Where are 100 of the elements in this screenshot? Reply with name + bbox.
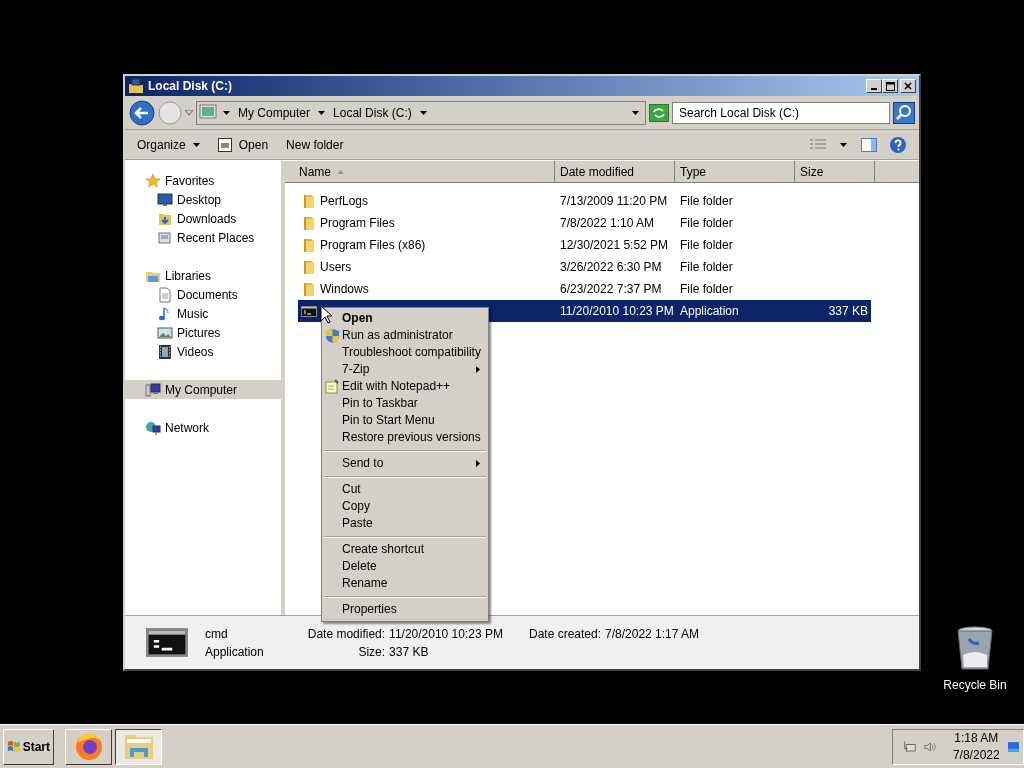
notepad-icon — [325, 379, 340, 394]
menu-item[interactable]: Troubleshoot compatibility — [322, 344, 488, 361]
detail-label: Date created: — [528, 626, 601, 641]
menu-item[interactable]: Create shortcut — [322, 541, 488, 558]
menu-item[interactable]: Run as administrator — [322, 327, 488, 344]
address-field[interactable]: My Computer Local Disk (C:) — [196, 100, 646, 125]
menu-item[interactable]: 7-Zip — [322, 361, 488, 378]
nav-item[interactable]: Music — [125, 304, 281, 323]
windows-logo-icon — [7, 739, 21, 755]
menu-item[interactable]: Edit with Notepad++ — [322, 378, 488, 395]
search-field[interactable]: Search Local Disk (C:) — [672, 101, 890, 124]
column-header[interactable]: Size — [795, 161, 875, 183]
file-row[interactable]: Program Files 7/8/2022 1:10 AM File folder — [298, 212, 871, 234]
minimize-button[interactable] — [866, 79, 882, 93]
file-name: Windows — [320, 282, 369, 296]
menu-item[interactable]: Properties — [322, 601, 488, 618]
clock-date: 7/8/2022 — [952, 748, 1000, 763]
shield-icon — [325, 328, 340, 344]
help-icon[interactable] — [889, 135, 907, 154]
recycle-bin-icon[interactable] — [955, 625, 995, 673]
detail-value: 7/8/2022 1:17 AM — [605, 626, 700, 641]
breadcrumb[interactable]: My Computer — [236, 105, 313, 120]
maximize-icon — [885, 81, 895, 91]
film-icon — [157, 343, 173, 360]
menu-item[interactable]: Send to — [322, 455, 488, 472]
history-caret-icon[interactable] — [185, 110, 193, 115]
file-row[interactable]: Windows 6/23/2022 7:37 PM File folder — [298, 278, 871, 300]
detail-label: Date modified: — [307, 626, 386, 641]
file-type: Application — [205, 644, 265, 659]
back-button[interactable] — [129, 99, 155, 126]
file-row[interactable]: Users 3/26/2022 6:30 PM File folder — [298, 256, 871, 278]
firefox-icon — [73, 731, 104, 762]
caret-icon — [840, 142, 847, 147]
folder-icon — [301, 259, 317, 275]
window-title: Local Disk (C:) — [148, 79, 233, 93]
file-type: Application — [680, 304, 739, 318]
nav-item[interactable]: Recent Places — [125, 228, 281, 247]
file-row[interactable]: Program Files (x86) 12/30/2021 5:52 PM File folder — [298, 234, 871, 256]
file-type: File folder — [680, 260, 733, 274]
menu-item[interactable]: Pin to Taskbar — [322, 395, 488, 412]
picture-icon — [157, 324, 173, 341]
file-type: File folder — [680, 216, 733, 230]
menu-item[interactable]: Paste — [322, 515, 488, 532]
toolbar-button[interactable]: New folder — [280, 135, 350, 154]
submenu-arrow-icon — [476, 366, 480, 373]
preview-pane-icon[interactable] — [861, 137, 877, 152]
file-size: 337 KB — [828, 304, 868, 318]
mouse-pointer-icon — [320, 305, 332, 324]
column-header[interactable]: Type — [675, 161, 795, 183]
show-desktop-icon[interactable] — [1007, 740, 1019, 753]
date-modified: 11/20/2010 10:23 PM — [560, 304, 674, 318]
sort-arrow-icon — [337, 169, 344, 174]
nav-item[interactable]: Videos — [125, 342, 281, 361]
column-header[interactable]: Date modified — [555, 161, 675, 183]
nav-item[interactable]: Favorites — [125, 171, 281, 190]
monitor-icon — [157, 191, 173, 208]
maximize-button[interactable] — [882, 79, 898, 93]
menu-item[interactable]: Restore previous versions — [322, 429, 488, 446]
close-button[interactable] — [900, 79, 916, 93]
menu-item[interactable]: Cut — [322, 481, 488, 498]
file-name: Program Files (x86) — [320, 238, 426, 252]
refresh-button[interactable] — [649, 103, 669, 122]
caret-icon — [192, 142, 200, 147]
nav-item[interactable]: Network — [125, 418, 281, 437]
nav-item[interactable]: My Computer — [125, 380, 281, 399]
search-icon[interactable] — [893, 101, 915, 124]
file-type: File folder — [680, 238, 733, 252]
network-icon[interactable] — [903, 738, 916, 755]
document-icon — [157, 286, 173, 303]
menu-item[interactable]: Pin to Start Menu — [322, 412, 488, 429]
taskbar-app-button[interactable] — [115, 728, 162, 765]
toolbar-button[interactable]: Open — [211, 135, 275, 154]
nav-item[interactable]: Downloads — [125, 209, 281, 228]
menu-item[interactable]: Rename — [322, 575, 488, 592]
nav-item[interactable]: Libraries — [125, 266, 281, 285]
start-button[interactable]: Start — [3, 728, 54, 765]
folder-computer-icon — [128, 78, 144, 94]
date-modified: 7/13/2009 11:20 PM — [560, 194, 668, 208]
date-modified: 6/23/2022 7:37 PM — [560, 282, 662, 296]
breadcrumb[interactable]: Local Disk (C:) — [331, 105, 414, 120]
menu-item[interactable]: Delete — [322, 558, 488, 575]
nav-item[interactable]: Documents — [125, 285, 281, 304]
detail-value: 11/20/2010 10:23 PM — [389, 626, 503, 641]
date-modified: 12/30/2021 5:52 PM — [560, 238, 669, 252]
file-name: PerfLogs — [320, 194, 369, 208]
file-row[interactable]: PerfLogs 7/13/2009 11:20 PM File folder — [298, 190, 871, 212]
desktop-icon-label: Recycle Bin — [943, 678, 1007, 692]
console-thumbnail — [146, 626, 188, 659]
detail-value: 337 KB — [389, 644, 430, 659]
column-header[interactable]: Name — [285, 161, 555, 183]
toolbar-button[interactable]: Organize — [131, 135, 206, 154]
nav-item[interactable]: Pictures — [125, 323, 281, 342]
file-type: File folder — [680, 282, 733, 296]
file-name: cmd — [205, 626, 229, 641]
submenu-arrow-icon — [476, 460, 480, 467]
date-modified: 3/26/2022 6:30 PM — [560, 260, 662, 274]
menu-item[interactable]: Copy — [322, 498, 488, 515]
caret-icon — [318, 110, 326, 115]
file-type: File folder — [680, 194, 733, 208]
nav-item[interactable]: Desktop — [125, 190, 281, 209]
